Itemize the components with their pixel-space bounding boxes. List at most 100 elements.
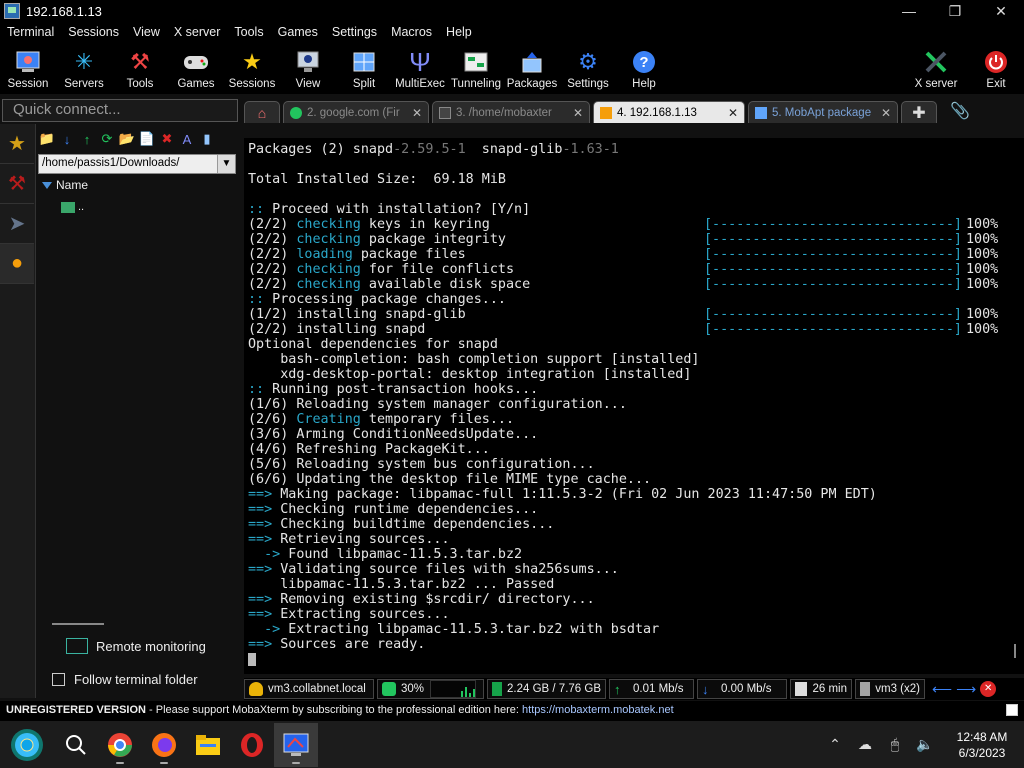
firefox-icon[interactable] — [142, 723, 186, 767]
menu-tools[interactable]: Tools — [227, 25, 270, 39]
mobaxterm-taskbar-icon[interactable] — [274, 722, 318, 767]
tab-home-mobaxterm[interactable]: 3. /home/mobaxter ✕ — [432, 101, 590, 123]
menu-settings[interactable]: Settings — [325, 25, 384, 39]
tree-column-name[interactable]: Name — [36, 178, 238, 198]
toolbar-view-button[interactable]: View — [280, 42, 336, 94]
download-icon[interactable]: ↓ — [59, 131, 75, 147]
menu-view[interactable]: View — [126, 25, 167, 39]
session-icon — [15, 49, 41, 75]
folder-up-icon[interactable]: 📁 — [39, 131, 55, 147]
opera-icon[interactable] — [230, 723, 274, 767]
progress-percent: 100% — [966, 217, 999, 232]
status-memory: 2.24 GB / 7.76 GB — [487, 679, 606, 699]
tab-mobapt-package[interactable]: 5. MobApt package ✕ — [748, 101, 898, 123]
terminal-line: (2/2) loading package files [------------… — [248, 247, 1024, 262]
menu-macros[interactable]: Macros — [384, 25, 439, 39]
toolbar-tunneling-button[interactable]: Tunneling — [448, 42, 504, 94]
delete-icon[interactable]: ✖ — [159, 131, 175, 147]
toolbar-exit-button[interactable]: Exit — [968, 42, 1024, 94]
banner-close-button[interactable] — [1006, 704, 1018, 716]
terminal-line: Optional dependencies for snapd — [248, 337, 1024, 352]
close-button[interactable]: ✕ — [978, 0, 1024, 22]
minimize-button[interactable]: — — [886, 0, 932, 22]
tab-close-icon[interactable]: ✕ — [881, 106, 891, 120]
refresh-icon[interactable]: ⟳ — [99, 131, 115, 147]
terminal-line-text: (2/2) checking keys in keyring — [248, 217, 490, 232]
menu-help[interactable]: Help — [439, 25, 479, 39]
terminal-line-text: (2/2) checking package integrity — [248, 232, 506, 247]
terminal-line-text: ==> Retrieving sources... — [248, 532, 450, 547]
remote-monitoring-button[interactable]: Remote monitoring — [66, 638, 206, 654]
menu-xserver[interactable]: X server — [167, 25, 228, 39]
toolbar-multiexec-button[interactable]: Ψ MultiExec — [392, 42, 448, 94]
terminal-line-text: Optional dependencies for snapd — [248, 337, 498, 352]
terminal-line: -> Found libpamac-11.5.3.tar.bz2 — [248, 547, 1024, 562]
toolbar-help-button[interactable]: ? Help — [616, 42, 672, 94]
sidebar-tab-tools[interactable]: ⚒ — [0, 164, 34, 204]
cloud-offline-icon[interactable]: ☁ — [850, 736, 880, 753]
terminal-line-text: (1/6) Reloading system manager configura… — [248, 397, 627, 412]
windows-start-icon[interactable] — [0, 723, 54, 767]
chrome-icon[interactable] — [98, 723, 142, 767]
attach-icon[interactable]: 📎 — [950, 101, 970, 123]
toolbar-games-button[interactable]: Games — [168, 42, 224, 94]
chevron-down-icon[interactable]: ▼ — [217, 155, 235, 173]
terminal-output[interactable]: Packages (2) snapd-2.59.5-1 snapd-glib-1… — [244, 138, 1024, 674]
toolbar-tools-button[interactable]: ⚒ Tools — [112, 42, 168, 94]
follow-terminal-folder-checkbox[interactable]: Follow terminal folder — [52, 672, 198, 687]
more-icon[interactable]: ▮ — [199, 131, 215, 147]
toolbar-xserver-button[interactable]: X server — [904, 42, 968, 94]
terminal-line: Packages (2) snapd-2.59.5-1 snapd-glib-1… — [248, 142, 1024, 157]
terminal-line-text: (3/6) Arming ConditionNeedsUpdate... — [248, 427, 539, 442]
tab-home[interactable]: ⌂ — [244, 101, 280, 123]
tab-close-icon[interactable]: ✕ — [728, 106, 738, 120]
new-tab-button[interactable]: ✚ — [901, 101, 937, 123]
tab-close-icon[interactable]: ✕ — [573, 106, 583, 120]
arrow-right-icon[interactable]: ⟶ — [956, 681, 976, 698]
mobaxterm-link[interactable]: https://mobaxterm.mobatek.net — [522, 704, 674, 716]
sidebar-tab-sftp[interactable]: ● — [0, 244, 34, 284]
rename-icon[interactable]: A — [179, 131, 195, 147]
sidebar-tab-macros[interactable]: ➤ — [0, 204, 34, 244]
toolbar-packages-button[interactable]: Packages — [504, 42, 560, 94]
maximize-button[interactable]: ❐ — [932, 0, 978, 22]
sftp-globe-icon: ● — [10, 252, 24, 274]
terminal-line-text: (2/6) Creating temporary files... — [248, 412, 515, 427]
quick-connect-input[interactable]: Quick connect... — [2, 99, 238, 122]
tab-google[interactable]: 2. google.com (Fir ✕ — [283, 101, 429, 123]
terminal-scrollbar[interactable] — [1014, 644, 1016, 658]
search-icon[interactable] — [54, 723, 98, 767]
file-explorer-icon[interactable] — [186, 723, 230, 767]
title-bar: 192.168.1.13 — ❐ ✕ — [0, 0, 1024, 22]
menu-games[interactable]: Games — [271, 25, 325, 39]
xserver-icon — [923, 49, 949, 75]
tree-item-parent[interactable]: .. — [36, 198, 238, 216]
upload-icon[interactable]: ↑ — [79, 131, 95, 147]
toolbar-servers-button[interactable]: ✳ Servers — [56, 42, 112, 94]
menu-sessions[interactable]: Sessions — [61, 25, 126, 39]
tab-close-icon[interactable]: ✕ — [412, 106, 422, 120]
sidebar-tab-sessions[interactable]: ★ — [0, 124, 34, 164]
tab-192-168-1-13[interactable]: 4. 192.168.1.13 ✕ — [593, 101, 745, 123]
network-icon[interactable]: 🖱 — [880, 736, 910, 753]
taskbar-clock[interactable]: 12:48 AM 6/3/2023 — [940, 729, 1024, 761]
user-icon — [860, 682, 871, 696]
terminal-line: Total Installed Size: 69.18 MiB — [248, 172, 1024, 187]
toolbar-sessions-button[interactable]: ★ Sessions — [224, 42, 280, 94]
unregistered-banner: UNREGISTERED VERSION - Please support Mo… — [0, 701, 1024, 721]
new-folder-icon[interactable]: 📂 — [119, 131, 135, 147]
chevron-up-icon[interactable]: ⌃ — [820, 736, 850, 753]
arrow-left-icon[interactable]: ⟵ — [932, 681, 952, 698]
volume-icon[interactable]: 🔈 — [910, 736, 940, 753]
new-file-icon[interactable]: 📄 — [139, 131, 155, 147]
path-select[interactable]: /home/passis1/Downloads/ ▼ — [38, 154, 236, 174]
checkbox[interactable] — [52, 673, 65, 686]
progress-bar: [------------------------------] — [704, 217, 962, 232]
toolbar-split-button[interactable]: Split — [336, 42, 392, 94]
menu-terminal[interactable]: Terminal — [0, 25, 61, 39]
toolbar-session-button[interactable]: Session — [0, 42, 56, 94]
status-close-icon[interactable]: ✕ — [980, 681, 997, 697]
clock-time: 12:48 AM — [956, 729, 1008, 744]
toolbar-settings-button[interactable]: ⚙ Settings — [560, 42, 616, 94]
